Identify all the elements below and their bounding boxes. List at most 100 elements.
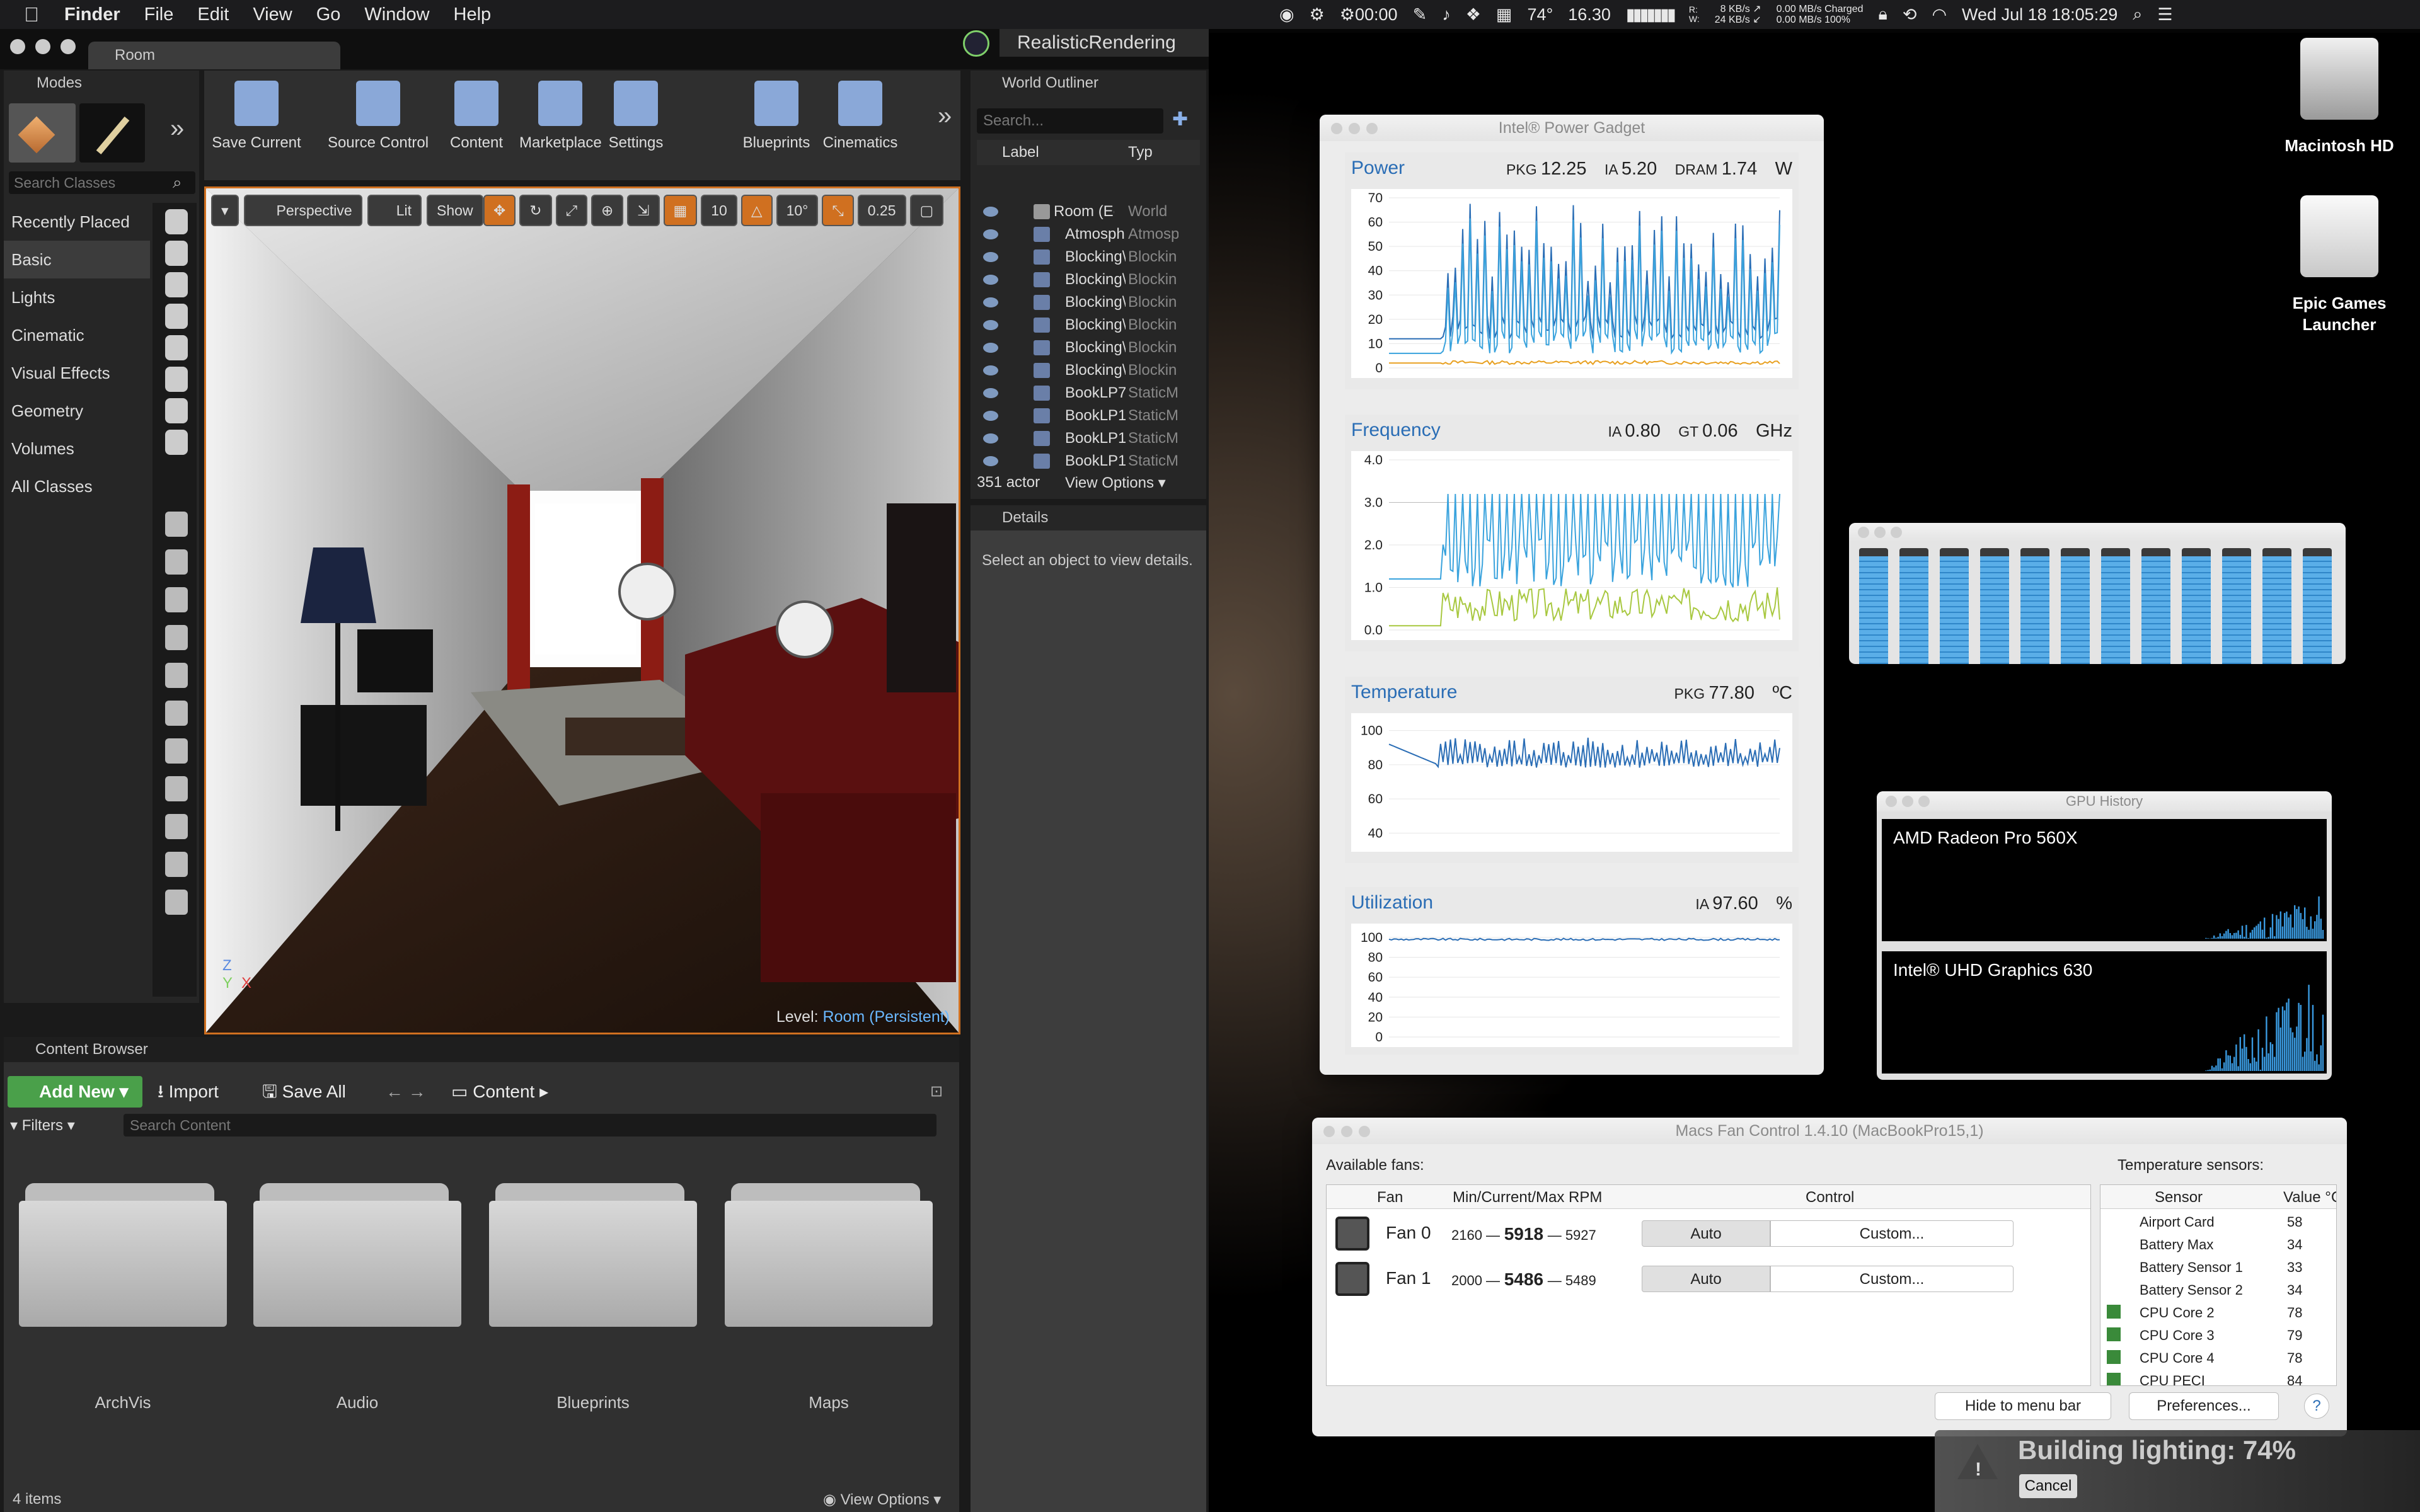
notification-center-icon[interactable]: ☰: [2157, 5, 2172, 25]
folder-label[interactable]: Maps: [725, 1393, 933, 1412]
outliner-row[interactable]: BookLP1 StaticM: [981, 427, 1181, 450]
surface-snap-icon[interactable]: ⇲: [627, 195, 660, 226]
wifi-icon[interactable]: ◠: [1932, 5, 1947, 25]
scale-snap-icon[interactable]: ⤡: [822, 195, 854, 226]
visibility-eye-icon[interactable]: [983, 229, 998, 239]
zoom-button[interactable]: [1891, 527, 1902, 538]
actor-thumbnail-icon[interactable]: [165, 549, 188, 575]
visibility-eye-icon[interactable]: [983, 365, 998, 375]
folder-label[interactable]: Blueprints: [489, 1393, 697, 1412]
menu-file[interactable]: File: [144, 4, 174, 25]
toolbar-overflow-icon[interactable]: »: [938, 102, 952, 130]
time-machine-icon[interactable]: ⟲: [1903, 5, 1917, 25]
menu-window[interactable]: Window: [364, 4, 429, 25]
modes-category-recently-placed[interactable]: Recently Placed: [4, 203, 150, 241]
outliner-row[interactable]: Room (Edit World: [981, 200, 1181, 223]
visibility-eye-icon[interactable]: [983, 320, 998, 330]
actor-thumbnail-icon[interactable]: [165, 304, 188, 329]
add-filter-icon[interactable]: ✚: [1172, 108, 1188, 130]
disk-rw-status[interactable]: R: W:: [1689, 5, 1700, 24]
place-mode-icon[interactable]: [9, 103, 76, 163]
save-current-button[interactable]: Save Current: [209, 74, 304, 175]
scale-snap-value[interactable]: 0.25: [857, 195, 906, 226]
modes-category-visual-effects[interactable]: Visual Effects: [4, 354, 150, 392]
modes-category-basic[interactable]: Basic: [4, 241, 150, 278]
actor-thumbnail-icon[interactable]: [165, 241, 188, 266]
fan-custom-button[interactable]: Custom...: [1770, 1266, 2014, 1292]
actor-thumbnail-icon[interactable]: [165, 625, 188, 650]
outliner-row[interactable]: Blocking\ Blockin: [981, 359, 1181, 382]
grid-snap-icon[interactable]: ▦: [663, 195, 698, 226]
content-path[interactable]: ▭ Content ▸: [451, 1076, 548, 1108]
back-forward-icons[interactable]: ← →: [386, 1076, 426, 1108]
zoom-button[interactable]: [1918, 796, 1930, 807]
minimize-button[interactable]: [1902, 796, 1913, 807]
clock[interactable]: Wed Jul 18 18:05:29: [1962, 5, 2118, 25]
number-status[interactable]: 16.30: [1568, 5, 1611, 25]
viewport-options-button[interactable]: ▾: [211, 195, 239, 226]
outliner-row[interactable]: Blocking\ Blockin: [981, 291, 1181, 314]
world-local-icon[interactable]: ⊕: [591, 195, 624, 226]
content-button[interactable]: Content: [445, 74, 508, 175]
label-column-header[interactable]: Label: [1002, 140, 1039, 165]
visibility-eye-icon[interactable]: [983, 297, 998, 307]
show-button[interactable]: Show: [427, 195, 483, 226]
fan-auto-button[interactable]: Auto: [1642, 1266, 1770, 1292]
pen-icon[interactable]: ✎: [1413, 5, 1427, 25]
menu-go[interactable]: Go: [316, 4, 341, 25]
disk-status[interactable]: 0.00 MB/s Charged 0.00 MB/s 100%: [1777, 4, 1864, 25]
window-minimize-button[interactable]: [35, 39, 50, 54]
hide-to-menu-bar-button[interactable]: Hide to menu bar: [1935, 1392, 2111, 1420]
scale-icon[interactable]: ⤢: [555, 195, 587, 226]
rotation-snap-icon[interactable]: △: [740, 195, 773, 226]
tab-room[interactable]: Room: [88, 42, 340, 69]
temperature-status[interactable]: 74°: [1527, 5, 1553, 25]
lock-icon[interactable]: ⊡: [930, 1082, 943, 1101]
modes-category-lights[interactable]: Lights: [4, 278, 150, 316]
help-button[interactable]: ?: [2304, 1394, 2329, 1419]
actor-thumbnail-icon[interactable]: [165, 814, 188, 839]
folder-maps[interactable]: [725, 1183, 933, 1328]
actor-thumbnail-icon[interactable]: [165, 738, 188, 764]
maximize-viewport-icon[interactable]: ▢: [909, 195, 944, 226]
visibility-eye-icon[interactable]: [983, 275, 998, 285]
actor-thumbnail-icon[interactable]: [165, 398, 188, 423]
grid-snap-value[interactable]: 10: [701, 195, 737, 226]
visibility-eye-icon[interactable]: [983, 207, 998, 217]
actor-thumbnail-icon[interactable]: [165, 430, 188, 455]
minimize-button[interactable]: [1874, 527, 1886, 538]
outliner-row[interactable]: BookLP7 StaticM: [981, 382, 1181, 404]
content-view-options[interactable]: ◉ View Options ▾: [823, 1491, 941, 1509]
cancel-build-button[interactable]: Cancel: [2019, 1474, 2077, 1498]
visibility-eye-icon[interactable]: [983, 411, 998, 421]
actor-thumbnail-icon[interactable]: [165, 209, 188, 234]
visibility-eye-icon[interactable]: [983, 343, 998, 353]
memory-bars-icon[interactable]: ▮▮▮▮▮▮▮: [1626, 5, 1676, 25]
blueprints-button[interactable]: Blueprints: [739, 74, 814, 175]
actor-thumbnail-icon[interactable]: [165, 701, 188, 726]
zoom-button[interactable]: [1359, 1126, 1370, 1137]
network-status[interactable]: 8 KB/s ↗ 24 KB/s ↙: [1715, 4, 1761, 25]
outliner-view-options[interactable]: View Options ▾: [1065, 474, 1166, 492]
visibility-eye-icon[interactable]: [983, 456, 998, 466]
dropbox-icon[interactable]: ❖: [1466, 5, 1481, 25]
close-button[interactable]: [1331, 123, 1342, 134]
level-viewport[interactable]: ▾ Perspective Lit Show ✥ ↻ ⤢ ⊕ ⇲ ▦ 10 △ …: [204, 186, 960, 1034]
cinematics-button[interactable]: Cinematics: [819, 74, 901, 175]
more-modes-icon[interactable]: »: [170, 115, 184, 143]
perspective-button[interactable]: Perspective: [243, 195, 362, 226]
folder-archvis[interactable]: [19, 1183, 227, 1328]
zoom-button[interactable]: [1366, 123, 1378, 134]
filters-button[interactable]: ▾ Filters ▾: [10, 1116, 75, 1135]
epic-games-launcher-label[interactable]: Epic Games Launcher: [2269, 292, 2410, 335]
record-icon[interactable]: ◉: [1279, 5, 1294, 25]
preferences-button[interactable]: Preferences...: [2129, 1392, 2279, 1420]
outliner-row[interactable]: Blocking\ Blockin: [981, 314, 1181, 336]
actor-thumbnail-icon[interactable]: [165, 272, 188, 297]
timer-status[interactable]: ⚙00:00: [1340, 5, 1398, 25]
search-classes-input[interactable]: Search Classes: [9, 171, 195, 194]
modes-category-all-classes[interactable]: All Classes: [4, 467, 150, 505]
import-button[interactable]: ⭳ Import: [158, 1076, 219, 1108]
lit-button[interactable]: Lit: [367, 195, 422, 226]
close-button[interactable]: [1858, 527, 1869, 538]
